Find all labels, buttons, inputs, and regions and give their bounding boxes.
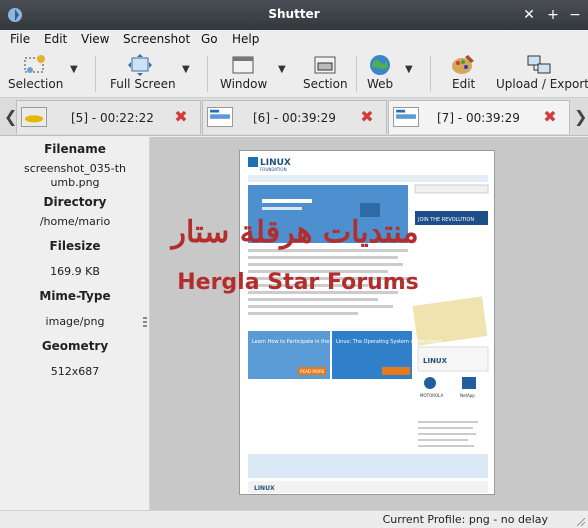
close-tab-icon[interactable]: ✖ bbox=[358, 108, 376, 126]
thumbnail-image bbox=[21, 107, 47, 127]
window-dropdown[interactable]: ▼ bbox=[276, 50, 290, 96]
mime-type-heading: Mime-Type bbox=[39, 289, 111, 303]
web-label: Web bbox=[367, 77, 394, 91]
window-button[interactable]: Window bbox=[216, 50, 270, 96]
toolbar: Selection ▼ Full Screen ▼ Window ▼ Secti… bbox=[0, 50, 588, 98]
close-tab-icon[interactable]: ✖ bbox=[172, 108, 190, 126]
paint-palette-icon bbox=[452, 55, 474, 74]
menu-bar: File Edit View Screenshot Go Help bbox=[0, 30, 588, 50]
filename-value-line1: screenshot_035-th bbox=[23, 162, 127, 175]
tab-label: [7] - 00:39:29 bbox=[437, 111, 520, 125]
section-label: Section bbox=[303, 77, 348, 91]
upload-export-button[interactable]: Upload / Export bbox=[494, 50, 588, 96]
selection-dropdown[interactable]: ▼ bbox=[68, 50, 82, 96]
site-logo-subtext: FOUNDATION bbox=[260, 167, 287, 172]
selection-label: Selection bbox=[8, 77, 64, 91]
thumbnail-image bbox=[207, 107, 233, 127]
edit-button[interactable]: Edit bbox=[444, 50, 482, 96]
chevron-down-icon: ▼ bbox=[70, 64, 78, 75]
current-profile-status: Current Profile: png - no delay bbox=[382, 513, 548, 526]
menu-file[interactable]: File bbox=[10, 32, 30, 46]
tab-scroll-right-icon[interactable]: ❯ bbox=[574, 107, 587, 126]
window-title: Shutter bbox=[268, 7, 320, 21]
window-label: Window bbox=[220, 77, 268, 91]
screenshot-preview-area: LINUX FOUNDATION JOIN THE REVOLUTION Lea… bbox=[150, 137, 588, 510]
menu-help[interactable]: Help bbox=[232, 32, 259, 46]
window-capture-icon bbox=[232, 56, 254, 74]
minimize-window-icon[interactable]: − bbox=[566, 6, 584, 24]
filesize-heading: Filesize bbox=[49, 239, 101, 253]
screenshot-tabs: ❮ [5] - 00:22:22 ✖ [6] - 00:39:29 ✖ [7] … bbox=[0, 98, 588, 136]
watermark-arabic-text: منتديات هرقلة ستار bbox=[171, 215, 419, 250]
toolbar-separator bbox=[430, 56, 431, 92]
mime-type-value: image/png bbox=[45, 315, 105, 328]
toolbar-separator bbox=[356, 56, 357, 92]
chevron-down-icon: ▼ bbox=[278, 64, 286, 75]
menu-screenshot[interactable]: Screenshot bbox=[123, 32, 190, 46]
svg-text:LINUX: LINUX bbox=[423, 357, 448, 365]
menu-go[interactable]: Go bbox=[201, 32, 218, 46]
close-window-icon[interactable]: ✕ bbox=[520, 6, 538, 24]
web-button[interactable]: Web bbox=[364, 50, 398, 96]
watermark-latin-text: Hergla Star Forums bbox=[177, 270, 419, 295]
fullscreen-icon bbox=[128, 54, 152, 76]
toolbar-separator bbox=[95, 56, 96, 92]
tab-screenshot-6[interactable]: [6] - 00:39:29 ✖ bbox=[202, 100, 387, 134]
directory-value: /home/mario bbox=[39, 215, 111, 228]
webpage-thumbnail: LINUX FOUNDATION JOIN THE REVOLUTION Lea… bbox=[240, 151, 494, 494]
title-bar: Shutter ✕ + − bbox=[0, 0, 588, 30]
toolbar-separator bbox=[207, 56, 208, 92]
thumbnail-image bbox=[393, 107, 419, 127]
resize-grip-icon[interactable] bbox=[574, 515, 586, 527]
fullscreen-label: Full Screen bbox=[110, 77, 176, 91]
partner-netapp-text: NetApp bbox=[460, 393, 475, 398]
partner-motorola-text: MOTOROLA bbox=[420, 393, 443, 398]
network-upload-icon bbox=[527, 55, 551, 74]
file-info-panel: Filename screenshot_035-th umb.png Direc… bbox=[0, 137, 150, 510]
chevron-down-icon: ▼ bbox=[405, 64, 413, 75]
filename-heading: Filename bbox=[44, 142, 106, 156]
geometry-heading: Geometry bbox=[41, 339, 109, 353]
svg-text:LINUX: LINUX bbox=[254, 485, 275, 492]
tab-label: [6] - 00:39:29 bbox=[253, 111, 336, 125]
tab-screenshot-7[interactable]: [7] - 00:39:29 ✖ bbox=[388, 100, 570, 134]
section-button[interactable]: Section bbox=[300, 50, 350, 96]
fullscreen-dropdown[interactable]: ▼ bbox=[180, 50, 194, 96]
tab-screenshot-5[interactable]: [5] - 00:22:22 ✖ bbox=[16, 100, 201, 134]
geometry-value: 512x687 bbox=[50, 365, 100, 378]
directory-heading: Directory bbox=[43, 195, 107, 209]
selection-icon bbox=[24, 55, 45, 73]
menu-edit[interactable]: Edit bbox=[44, 32, 67, 46]
filename-value-line2: umb.png bbox=[50, 176, 100, 189]
screenshot-preview-image: LINUX FOUNDATION JOIN THE REVOLUTION Lea… bbox=[239, 150, 495, 495]
menu-view[interactable]: View bbox=[81, 32, 109, 46]
filesize-value: 169.9 KB bbox=[50, 265, 100, 278]
upload-export-label: Upload / Export bbox=[496, 77, 588, 91]
edit-label: Edit bbox=[452, 77, 476, 91]
globe-icon bbox=[370, 55, 390, 75]
read-more-text: READ MORE bbox=[300, 369, 325, 374]
section-icon bbox=[314, 56, 336, 74]
maximize-window-icon[interactable]: + bbox=[544, 6, 562, 24]
selection-button[interactable]: Selection bbox=[4, 50, 66, 96]
fullscreen-button[interactable]: Full Screen bbox=[105, 50, 176, 96]
pane-resize-handle[interactable] bbox=[143, 317, 147, 327]
status-bar: Current Profile: png - no delay bbox=[0, 510, 588, 528]
tab-label: [5] - 00:22:22 bbox=[71, 111, 154, 125]
promo-cloud-text: Linux: The Operating System of the Cloud bbox=[336, 339, 441, 345]
web-dropdown[interactable]: ▼ bbox=[403, 50, 417, 96]
close-tab-icon[interactable]: ✖ bbox=[541, 108, 559, 126]
chevron-down-icon: ▼ bbox=[182, 64, 190, 75]
